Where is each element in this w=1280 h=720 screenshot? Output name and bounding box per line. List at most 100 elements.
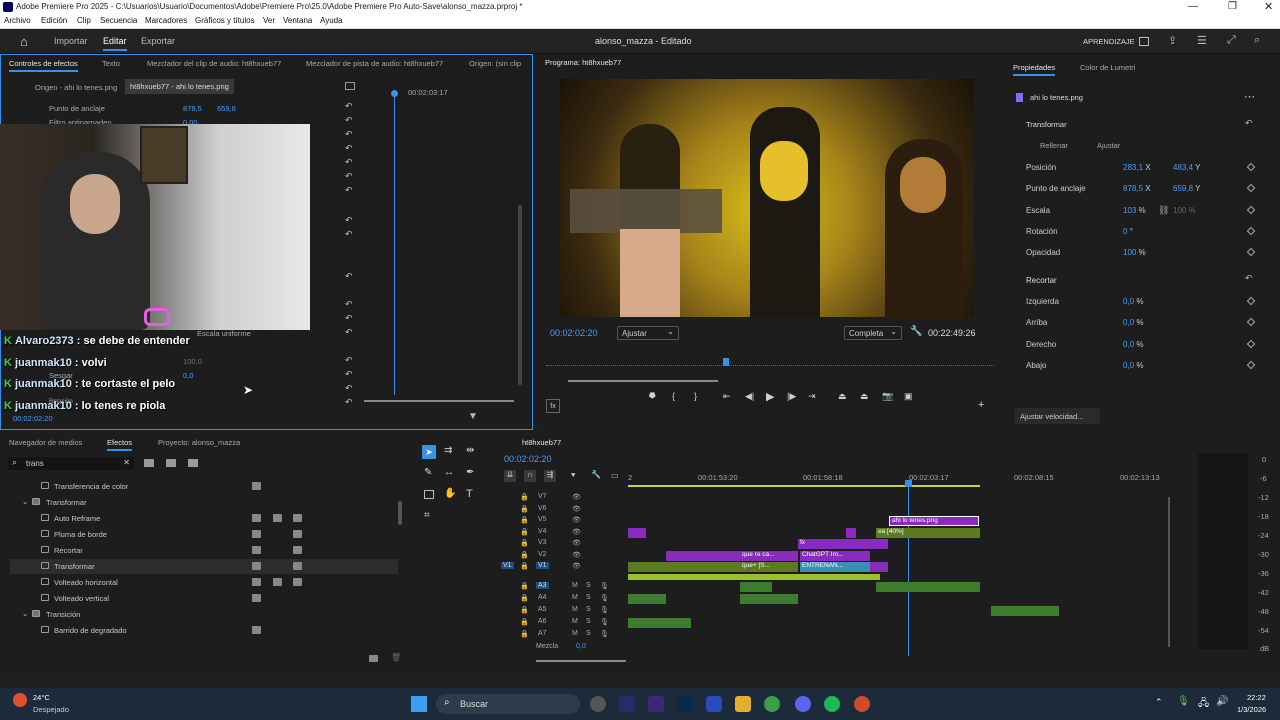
more-icon[interactable]: ⋯ <box>1244 90 1255 103</box>
add-marker-icon[interactable]: ⯂ <box>648 391 655 402</box>
track-header-v6[interactable]: 🔒 V6 👁 <box>500 505 620 516</box>
panel-menu-icon[interactable] <box>345 82 355 90</box>
tray-app-icon[interactable]: 🎙 <box>1177 696 1190 707</box>
mic-icon[interactable]: 🎙 <box>600 594 609 602</box>
reset-icon[interactable]: ↶ <box>345 383 353 394</box>
track-header-a6[interactable]: 🔒 A6 M S 🎙 <box>500 618 620 629</box>
captions-tool-icon[interactable]: ⌗ <box>424 510 430 521</box>
audio-clip[interactable] <box>740 582 772 592</box>
yuv-filter-icon[interactable] <box>188 459 198 467</box>
step-back-icon[interactable]: ◀| <box>745 391 754 402</box>
effect-folder[interactable]: ⌄ Transición <box>10 607 398 622</box>
lock-icon[interactable]: 🔒 <box>520 594 529 602</box>
effect-item[interactable]: Recortar <box>10 543 398 558</box>
anchor-x-value[interactable]: 878,5 X <box>1123 184 1151 193</box>
timeline-clip[interactable] <box>666 551 740 561</box>
effect-item[interactable]: Pluma de borde <box>10 527 398 542</box>
ec-scrollbar[interactable] <box>518 205 522 385</box>
menu-ayuda[interactable]: Ayuda <box>320 16 343 25</box>
audio-clip[interactable] <box>991 606 1059 616</box>
accelerated-filter-icon[interactable] <box>144 459 154 467</box>
position-x-value[interactable]: 283,1 X <box>1123 163 1151 172</box>
speed-adjust-button[interactable]: Ajustar velocidad... <box>1014 408 1100 424</box>
new-bin-icon[interactable] <box>369 655 378 662</box>
tab-source[interactable]: Origen: (sin clip <box>469 59 521 68</box>
anchor-y-value[interactable]: 659,8 Y <box>1173 184 1200 193</box>
workspaces-icon[interactable] <box>1139 37 1149 46</box>
ec-playhead-handle[interactable] <box>391 90 398 97</box>
lift-icon[interactable]: ⏏ <box>838 391 847 402</box>
menu-marcadores[interactable]: Marcadores <box>145 16 187 25</box>
eye-icon[interactable]: 👁 <box>572 528 581 536</box>
track-header-a3[interactable]: 🔒 A3 M S 🎙 <box>500 582 620 593</box>
go-to-in-icon[interactable]: ⇤ <box>723 391 731 402</box>
play-icon[interactable]: ▶ <box>766 390 774 403</box>
lock-icon[interactable]: 🔒 <box>520 551 529 559</box>
share-icon[interactable]: ⇪ <box>1168 34 1177 47</box>
photoshop-icon[interactable] <box>677 696 693 712</box>
mic-icon[interactable]: 🎙 <box>600 606 609 614</box>
track-select-tool-icon[interactable]: ⇉ <box>444 445 452 456</box>
marker-icon[interactable]: ⯆ <box>570 471 576 481</box>
reset-icon[interactable]: ↶ <box>345 369 353 380</box>
pen-tool-icon[interactable]: ✒ <box>466 467 474 478</box>
timeline-clip[interactable]: ea [40%] <box>876 528 980 538</box>
lock-icon[interactable]: 🔒 <box>520 582 529 590</box>
work-area-bar[interactable] <box>628 485 980 487</box>
weather-temp[interactable]: 24°C <box>33 693 50 702</box>
timeline-clip[interactable] <box>846 528 856 538</box>
eye-icon[interactable]: 👁 <box>572 505 581 513</box>
timeline-clip[interactable]: que re ca... <box>740 551 798 561</box>
sequence-clip-tab[interactable]: ht8hxueb77 - ahi lo tenes.png <box>125 79 234 94</box>
lock-icon[interactable]: 🔒 <box>520 539 529 547</box>
weather-icon[interactable] <box>13 693 27 707</box>
ec-zoom-bar[interactable] <box>364 400 514 402</box>
quality-dropdown[interactable]: Completa ⌄ <box>844 326 902 340</box>
anchor-x-value[interactable]: 878,5 <box>183 104 202 113</box>
track-header-v4[interactable]: 🔒 V4 👁 <box>500 528 620 539</box>
reset-icon[interactable]: ↶ <box>345 313 353 324</box>
audio-clip[interactable] <box>628 594 666 604</box>
tab-importar[interactable]: Importar <box>54 36 88 46</box>
timeline-clip[interactable]: ENTRENAN... <box>800 562 870 572</box>
reset-icon[interactable]: ↶ <box>345 397 353 408</box>
eye-icon[interactable]: 👁 <box>572 562 581 570</box>
crop-bottom-value[interactable]: 0,0 % <box>1123 361 1143 370</box>
reset-icon[interactable]: ↶ <box>345 171 353 182</box>
fit-dropdown[interactable]: Ajustar ⌄ <box>617 326 679 340</box>
lock-icon[interactable]: 🔒 <box>520 562 529 570</box>
crop-left-value[interactable]: 0,0 % <box>1123 297 1143 306</box>
reset-icon[interactable]: ↶ <box>345 299 353 310</box>
timeline-clip[interactable]: ahi lo tenes.png <box>889 516 979 526</box>
eye-icon[interactable]: 👁 <box>572 493 581 501</box>
razor-tool-icon[interactable]: ✎ <box>424 467 432 478</box>
mark-out-icon[interactable]: } <box>694 391 697 401</box>
maximize-button[interactable]: ❐ <box>1228 1 1237 12</box>
sequence-tab[interactable]: ht8hxueb77 <box>522 438 561 447</box>
add-button-icon[interactable]: + <box>978 399 984 411</box>
tab-audio-clip-mixer[interactable]: Mezclador del clip de audio: ht8hxueb77 <box>147 59 281 68</box>
effect-item[interactable]: Transferencia de color <box>10 479 398 494</box>
timeline-playhead-handle[interactable] <box>905 480 912 487</box>
chrome-profile-icon[interactable] <box>854 696 870 712</box>
start-icon[interactable] <box>411 696 427 712</box>
program-title[interactable]: Programa: ht8hxueb77 <box>545 58 621 67</box>
eye-icon[interactable]: 👁 <box>572 539 581 547</box>
close-button[interactable]: ✕ <box>1264 0 1273 13</box>
reset-icon[interactable]: ↶ <box>345 355 353 366</box>
reset-icon[interactable]: ↶ <box>345 327 353 338</box>
after-effects-icon[interactable] <box>619 696 635 712</box>
effects-scrollbar[interactable] <box>398 501 402 525</box>
lock-icon[interactable]: 🔒 <box>520 618 529 626</box>
audio-clip[interactable] <box>876 582 980 592</box>
program-zoom-bar[interactable] <box>568 380 718 382</box>
sesgar-value[interactable]: 0,0 <box>183 371 193 380</box>
timeline-clip[interactable] <box>870 562 888 572</box>
tab-exportar[interactable]: Exportar <box>141 36 175 46</box>
timeline-clip[interactable]: que+ [S... <box>740 562 798 572</box>
track-header-v3[interactable]: 🔒 V3 👁 <box>500 539 620 550</box>
audio-clip[interactable] <box>628 618 691 628</box>
minimize-button[interactable]: — <box>1188 1 1198 12</box>
lock-icon[interactable]: 🔒 <box>520 493 529 501</box>
effect-item[interactable]: Volteado vertical <box>10 591 398 606</box>
